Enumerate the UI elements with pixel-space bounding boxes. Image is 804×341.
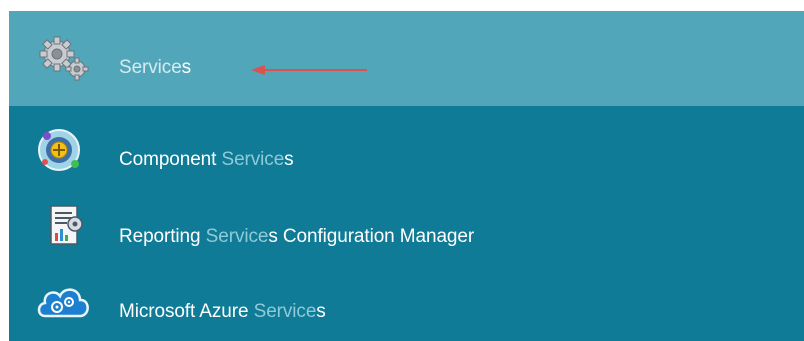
label-highlight: Service xyxy=(205,226,269,247)
label-text: Microsoft Azure xyxy=(119,301,254,322)
component-services-icon xyxy=(35,124,101,174)
label-text: Reporting xyxy=(119,226,206,247)
label-highlight: Service xyxy=(119,57,182,78)
label-text: Component xyxy=(119,149,222,170)
result-label: Reporting Services Configuration Manager xyxy=(119,226,474,248)
red-arrow-annotation xyxy=(251,65,367,75)
result-component-services[interactable]: Component Services xyxy=(9,106,804,190)
result-label: Services xyxy=(119,57,191,79)
search-results-panel: Services Component Services Reporting Se… xyxy=(9,11,804,341)
gears-icon xyxy=(35,33,101,83)
label-text: s xyxy=(284,149,294,170)
result-services[interactable]: Services xyxy=(9,11,804,106)
label-text: s xyxy=(181,57,192,78)
result-label: Component Services xyxy=(119,149,294,171)
label-text: s Configuration Manager xyxy=(268,226,475,247)
azure-cloud-icon xyxy=(35,278,101,328)
label-highlight: Service xyxy=(221,149,285,170)
label-highlight: Service xyxy=(253,301,317,322)
result-azure-services[interactable]: Microsoft Azure Services xyxy=(9,268,804,341)
label-text: s xyxy=(316,301,326,322)
result-reporting-services-config[interactable]: Reporting Services Configuration Manager xyxy=(9,190,804,268)
result-label: Microsoft Azure Services xyxy=(119,301,326,323)
report-config-icon xyxy=(35,202,101,252)
